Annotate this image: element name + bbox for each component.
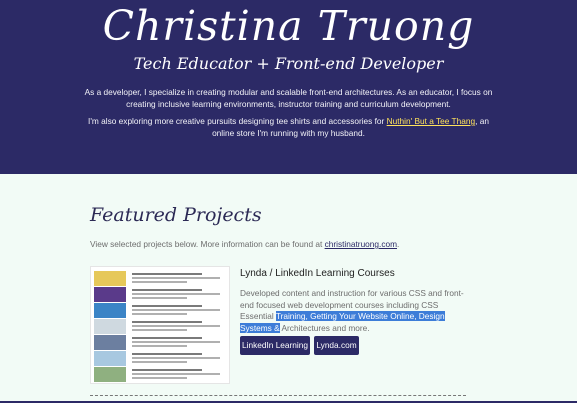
course-text-line — [132, 289, 202, 291]
course-text-line — [132, 373, 220, 375]
course-text-line — [132, 305, 202, 307]
course-image — [94, 319, 126, 334]
course-text-line — [132, 313, 187, 315]
course-text-line — [132, 277, 220, 279]
store-link[interactable]: Nuthin' But a Tee Thang — [387, 116, 475, 126]
course-text-line — [132, 345, 187, 347]
course-text-line — [132, 341, 220, 343]
course-text-line — [132, 281, 187, 283]
project-title: Lynda / LinkedIn Learning Courses — [240, 268, 395, 279]
course-text-line — [132, 325, 220, 327]
course-text-line — [132, 273, 202, 275]
thumbnail-row — [94, 351, 226, 366]
website-link[interactable]: christinatruong.com — [325, 239, 397, 249]
project-thumbnail — [90, 266, 230, 384]
thumbnail-row — [94, 303, 226, 318]
course-image — [94, 367, 126, 382]
course-image — [94, 287, 126, 302]
section-divider — [90, 395, 466, 396]
featured-intro-end: . — [397, 239, 400, 249]
course-image — [94, 351, 126, 366]
thumbnail-row — [94, 271, 226, 286]
course-text-line — [132, 309, 220, 311]
course-text-line — [132, 337, 202, 339]
thumbnail-row — [94, 335, 226, 350]
site-tagline: Tech Educator + Front-end Developer — [133, 54, 444, 73]
intro-paragraph: As a developer, I specialize in creating… — [84, 87, 493, 109]
project-desc-end: Architectures and more. — [279, 322, 370, 333]
course-text-line — [132, 329, 187, 331]
course-text-line — [132, 297, 187, 299]
course-text-line — [132, 357, 220, 359]
featured-intro-text: View selected projects below. More infor… — [90, 239, 325, 249]
course-image — [94, 271, 126, 286]
site-name: Christina Truong — [102, 2, 475, 50]
hero-header: Christina Truong Tech Educator + Front-e… — [0, 0, 577, 174]
store-text-before: I'm also exploring more creative pursuit… — [88, 116, 387, 126]
course-text-line — [132, 293, 220, 295]
project-description: Developed content and instruction for va… — [240, 288, 472, 334]
course-text-line — [132, 369, 202, 371]
course-image — [94, 303, 126, 318]
thumbnail-row — [94, 367, 226, 382]
course-text-line — [132, 361, 187, 363]
thumbnail-row — [94, 287, 226, 302]
course-text-line — [132, 321, 202, 323]
lynda-button[interactable]: Lynda.com — [314, 336, 359, 355]
course-text-line — [132, 353, 202, 355]
course-image — [94, 335, 126, 350]
featured-intro: View selected projects below. More infor… — [90, 239, 399, 249]
store-paragraph: I'm also exploring more creative pursuit… — [80, 116, 497, 139]
linkedin-learning-button[interactable]: LinkedIn Learning — [240, 336, 310, 355]
featured-title: Featured Projects — [90, 204, 262, 226]
thumbnail-row — [94, 319, 226, 334]
course-text-line — [132, 377, 187, 379]
